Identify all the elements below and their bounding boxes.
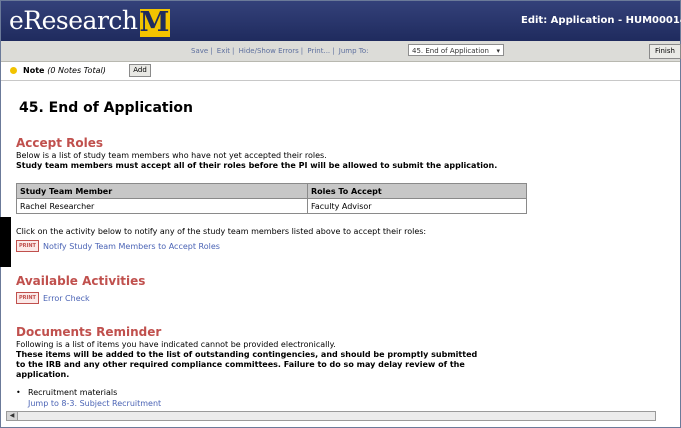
side-marker bbox=[0, 217, 11, 267]
column-header: Roles To Accept bbox=[307, 183, 527, 199]
reminder-item: Recruitment materials bbox=[28, 388, 118, 397]
table-cell: Faculty Advisor bbox=[307, 198, 527, 214]
activity-icon: PRINT bbox=[16, 240, 39, 252]
table-row: Rachel Researcher Faculty Advisor bbox=[16, 198, 527, 214]
documents-warning-line: application. bbox=[16, 370, 70, 379]
separator: | bbox=[232, 47, 235, 55]
logo-m-block: M bbox=[139, 7, 170, 38]
bullet-icon: • bbox=[16, 388, 21, 397]
accept-roles-heading: Accept Roles bbox=[16, 136, 104, 150]
page-title: 45. End of Application bbox=[19, 100, 193, 116]
separator: | bbox=[332, 47, 335, 55]
app-header: eResearch M Edit: Application - HUM00014… bbox=[1, 1, 681, 41]
jump-to-value: 45. End of Application bbox=[412, 47, 489, 55]
note-title: Note bbox=[23, 66, 45, 75]
note-expand-icon[interactable] bbox=[10, 67, 17, 74]
print-link[interactable]: Print... bbox=[307, 47, 330, 55]
save-link[interactable]: Save bbox=[191, 47, 208, 55]
note-bar: Note (0 Notes Total) Add bbox=[1, 62, 680, 81]
horizontal-scrollbar[interactable]: ◀ bbox=[6, 411, 656, 421]
activity-icon: PRINT bbox=[16, 292, 39, 304]
available-activities-heading: Available Activities bbox=[16, 274, 146, 288]
table-cell: Rachel Researcher bbox=[16, 198, 308, 214]
eresearch-logo: eResearch M bbox=[9, 5, 170, 37]
roles-table: Study Team Member Roles To Accept Rachel… bbox=[16, 183, 527, 214]
exit-link[interactable]: Exit bbox=[217, 47, 230, 55]
documents-reminder-heading: Documents Reminder bbox=[16, 325, 162, 339]
logo-text: eResearch bbox=[9, 6, 138, 35]
documents-warning-line: These items will be added to the list of… bbox=[16, 350, 478, 359]
error-check-link[interactable]: Error Check bbox=[43, 294, 90, 303]
jump-to-recruitment-link[interactable]: Jump to 8-3. Subject Recruitment bbox=[28, 399, 161, 408]
accept-roles-intro: Below is a list of study team members wh… bbox=[16, 151, 327, 160]
add-note-button[interactable]: Add bbox=[129, 64, 151, 77]
toolbar: Save | Exit | Hide/Show Errors | Print... | … bbox=[1, 41, 681, 62]
toolbar-links: Save | Exit | Hide/Show Errors | Print... | … bbox=[191, 47, 368, 55]
jump-to-select[interactable]: 45. End of Application ▾ bbox=[408, 44, 504, 56]
error-check-activity[interactable]: PRINT Error Check bbox=[16, 292, 90, 304]
finish-button[interactable]: Finish bbox=[649, 44, 681, 59]
jump-to-label: Jump To: bbox=[338, 47, 369, 55]
notify-activity[interactable]: PRINT Notify Study Team Members to Accep… bbox=[16, 240, 220, 252]
accept-roles-warning: Study team members must accept all of th… bbox=[16, 161, 498, 170]
hide-show-errors-link[interactable]: Hide/Show Errors bbox=[239, 47, 299, 55]
separator: | bbox=[210, 47, 213, 55]
notify-instruction: Click on the activity below to notify an… bbox=[16, 227, 427, 236]
chevron-down-icon: ▾ bbox=[496, 47, 500, 55]
documents-warning-line: to the IRB and any other required compli… bbox=[16, 360, 465, 369]
documents-reminder-intro: Following is a list of items you have in… bbox=[16, 340, 336, 349]
edit-title: Edit: Application - HUM0001440 bbox=[521, 15, 681, 26]
table-header-row: Study Team Member Roles To Accept bbox=[16, 183, 527, 199]
separator: | bbox=[300, 47, 304, 55]
scroll-left-icon[interactable]: ◀ bbox=[7, 412, 18, 420]
note-count: (0 Notes Total) bbox=[47, 66, 106, 75]
note-label: Note (0 Notes Total) bbox=[23, 66, 106, 75]
notify-team-link[interactable]: Notify Study Team Members to Accept Role… bbox=[43, 242, 220, 251]
column-header: Study Team Member bbox=[16, 183, 308, 199]
